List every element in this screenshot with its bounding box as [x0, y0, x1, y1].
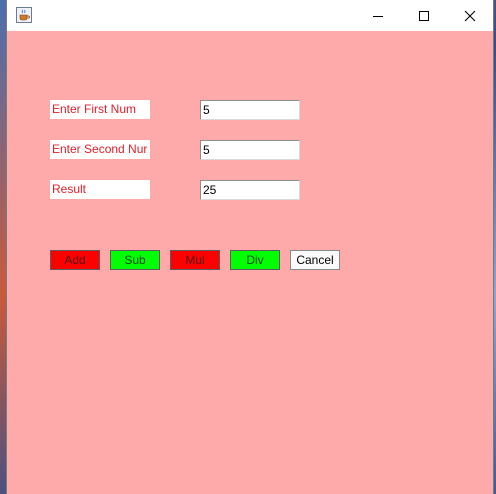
second-number-label: Enter Second Nur	[50, 140, 150, 159]
div-button[interactable]: Div	[230, 250, 280, 270]
result-label: Result	[50, 180, 150, 199]
title-bar[interactable]	[7, 0, 493, 31]
add-button[interactable]: Add	[50, 250, 100, 270]
calculator-window: Enter First Num 5 Enter Second Nur 5 Res…	[7, 0, 493, 494]
maximize-icon	[419, 10, 429, 21]
sub-button[interactable]: Sub	[110, 250, 160, 270]
second-number-field[interactable]: 5	[200, 140, 300, 160]
minimize-icon	[373, 15, 383, 17]
close-icon	[464, 10, 476, 21]
first-number-label: Enter First Num	[50, 100, 150, 119]
result-field[interactable]: 25	[200, 180, 300, 200]
first-number-field[interactable]: 5	[200, 100, 300, 120]
close-button[interactable]	[447, 0, 493, 31]
cancel-button[interactable]: Cancel	[290, 250, 340, 270]
mul-button[interactable]: Mul	[170, 250, 220, 270]
java-cup-icon[interactable]	[16, 7, 32, 23]
maximize-button[interactable]	[401, 0, 447, 31]
minimize-button[interactable]	[355, 0, 401, 31]
